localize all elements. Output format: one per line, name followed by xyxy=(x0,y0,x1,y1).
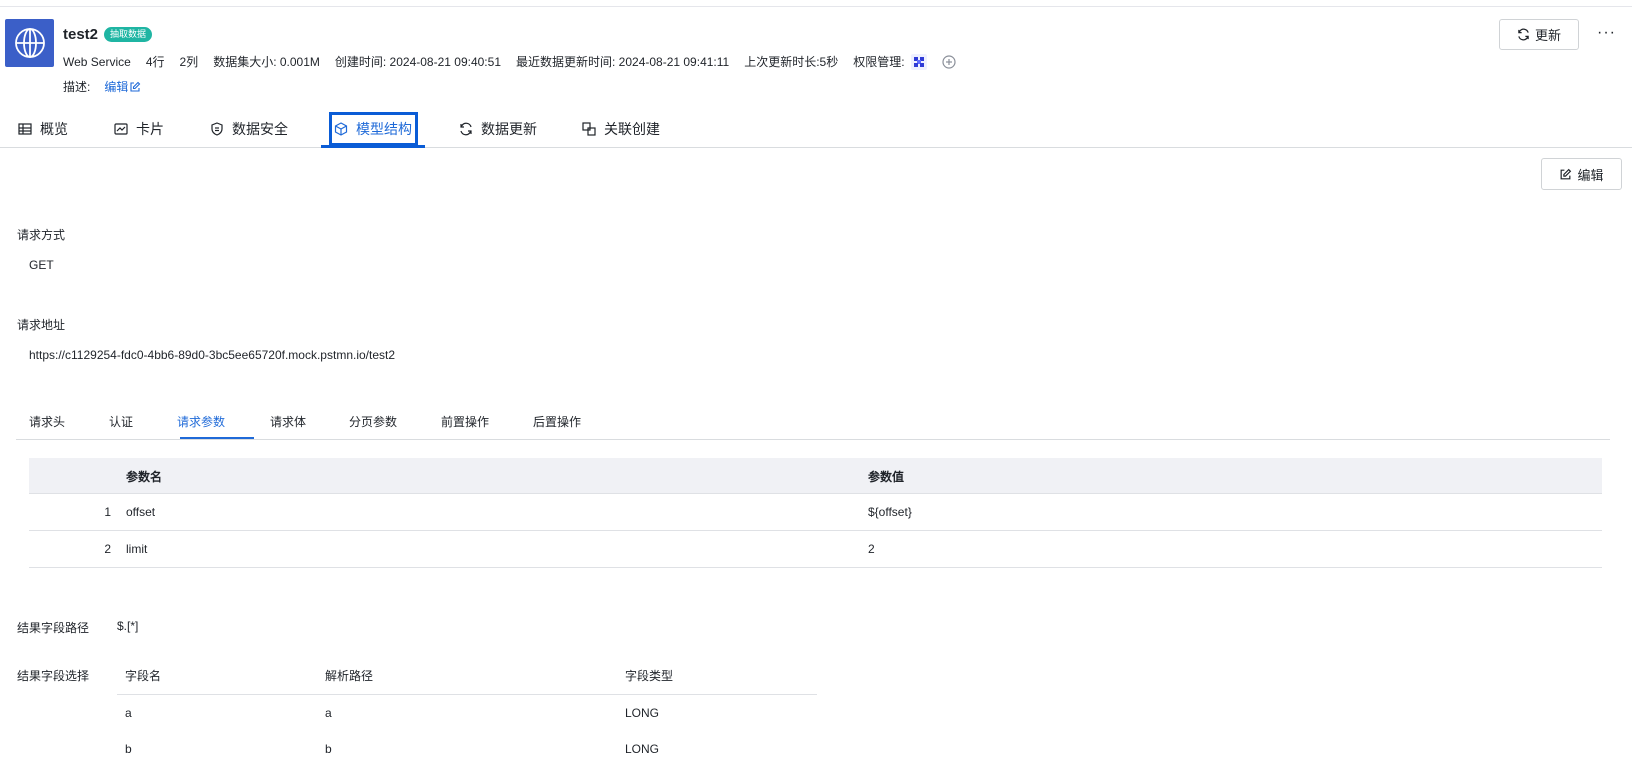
meta-permission-label: 权限管理: xyxy=(853,55,905,69)
refresh-icon xyxy=(1518,28,1529,41)
link-create-icon xyxy=(582,122,596,136)
request-url-value: https://c1129254-fdc0-4bb6-89d0-3bc5ee65… xyxy=(29,348,396,362)
request-method-label: 请求方式 xyxy=(17,228,66,242)
field-type: LONG xyxy=(625,706,660,720)
tab-overview-label: 概览 xyxy=(40,121,68,137)
column-header-param-value: 参数值 xyxy=(868,470,905,484)
more-menu-button[interactable]: ··· xyxy=(1597,24,1616,42)
table-row[interactable]: 1 offset ${offset} xyxy=(29,494,1602,531)
request-subtabs: 请求头 认证 请求参数 请求体 分页参数 前置操作 后置操作 xyxy=(16,407,1610,440)
dataset-title: test2 xyxy=(63,26,99,43)
field-name: b xyxy=(125,742,132,756)
meta-created: 创建时间: 2024-08-21 09:40:51 xyxy=(334,55,501,69)
param-name: offset xyxy=(126,505,156,519)
edit-button[interactable]: 编辑 xyxy=(1541,158,1622,190)
edit-icon xyxy=(130,81,141,92)
result-select-label: 结果字段选择 xyxy=(17,669,90,683)
main-tabs: 概览 卡片 数据安全 模型结构 数据更新 关联创建 xyxy=(0,111,1632,148)
subtab-post-actions[interactable]: 后置操作 xyxy=(533,413,581,430)
chart-card-icon xyxy=(114,123,128,135)
meta-last-duration: 上次更新时长:5秒 xyxy=(744,55,839,69)
field-name: a xyxy=(125,706,132,720)
subtab-auth[interactable]: 认证 xyxy=(109,413,133,430)
edit-icon xyxy=(1561,168,1572,179)
meta-cols: 2列 xyxy=(179,55,199,69)
tabs-divider xyxy=(0,147,1632,148)
globe-icon xyxy=(5,19,54,67)
description-edit-label: 编辑 xyxy=(104,80,129,94)
result-path-value: $.[*] xyxy=(117,619,139,633)
param-value: 2 xyxy=(868,542,875,556)
subtab-body[interactable]: 请求体 xyxy=(270,413,306,430)
column-header-param-name: 参数名 xyxy=(126,470,163,484)
subtab-pagination[interactable]: 分页参数 xyxy=(349,413,397,430)
request-method-value: GET xyxy=(29,258,54,272)
update-button-label: 更新 xyxy=(1534,28,1561,43)
param-value: ${offset} xyxy=(868,505,912,519)
dataset-meta: Web Service 4行 2列 数据集大小: 0.001M 创建时间: 20… xyxy=(63,53,971,70)
description-label: 描述: xyxy=(63,80,91,94)
avatar[interactable] xyxy=(910,53,927,70)
table-row[interactable]: a a LONG xyxy=(117,695,817,731)
meta-size: 数据集大小: 0.001M xyxy=(213,55,320,69)
subtab-pre-actions[interactable]: 前置操作 xyxy=(441,413,489,430)
tab-cards[interactable]: 卡片 xyxy=(114,111,164,147)
add-permission-icon[interactable] xyxy=(941,54,956,69)
row-index: 2 xyxy=(104,542,111,556)
table-icon xyxy=(18,123,32,135)
meta-recent-update: 最近数据更新时间: 2024-08-21 09:41:11 xyxy=(516,55,730,69)
tab-focus-outline xyxy=(329,112,418,146)
tab-overview[interactable]: 概览 xyxy=(18,111,68,147)
tab-linked-create[interactable]: 关联创建 xyxy=(582,111,660,147)
column-header-field-name: 字段名 xyxy=(125,669,162,683)
tab-cards-label: 卡片 xyxy=(136,121,164,137)
column-header-parse-path: 解析路径 xyxy=(325,669,374,683)
params-table: 参数名 参数值 1 offset ${offset} 2 limit 2 xyxy=(29,458,1602,568)
result-fields-table: 字段名 解析路径 字段类型 a a LONG b b LONG xyxy=(117,662,817,767)
result-table-header: 字段名 解析路径 字段类型 xyxy=(117,662,817,695)
tab-linked-create-label: 关联创建 xyxy=(604,121,660,137)
refresh-icon xyxy=(460,122,472,136)
field-path: a xyxy=(325,706,332,720)
edit-button-label: 编辑 xyxy=(1577,167,1604,183)
field-type: LONG xyxy=(625,742,660,756)
description: 描述: 编辑 xyxy=(63,78,141,95)
top-divider xyxy=(0,6,1632,7)
params-table-header: 参数名 参数值 xyxy=(29,458,1602,494)
tab-data-update[interactable]: 数据更新 xyxy=(459,111,537,147)
field-path: b xyxy=(325,742,332,756)
extract-badge: 抽取数据 xyxy=(104,27,153,42)
meta-source: Web Service xyxy=(63,54,131,69)
description-edit-link[interactable]: 编辑 xyxy=(104,78,141,95)
request-url-label: 请求地址 xyxy=(17,318,66,332)
result-path-label: 结果字段路径 xyxy=(17,621,90,635)
tab-data-security-label: 数据安全 xyxy=(232,121,288,137)
shield-icon xyxy=(211,122,223,136)
update-button[interactable]: 更新 xyxy=(1499,19,1579,50)
tab-data-update-label: 数据更新 xyxy=(481,121,537,137)
row-index: 1 xyxy=(104,505,111,519)
table-row[interactable]: 2 limit 2 xyxy=(29,531,1602,568)
table-row[interactable]: b b LONG xyxy=(117,731,817,767)
subtabs-divider xyxy=(16,439,1610,440)
meta-rows: 4行 xyxy=(145,55,165,69)
tab-data-security[interactable]: 数据安全 xyxy=(210,111,288,147)
column-header-field-type: 字段类型 xyxy=(625,669,674,683)
subtab-headers[interactable]: 请求头 xyxy=(29,413,65,430)
subtab-params[interactable]: 请求参数 xyxy=(177,413,225,430)
param-name: limit xyxy=(126,542,148,556)
